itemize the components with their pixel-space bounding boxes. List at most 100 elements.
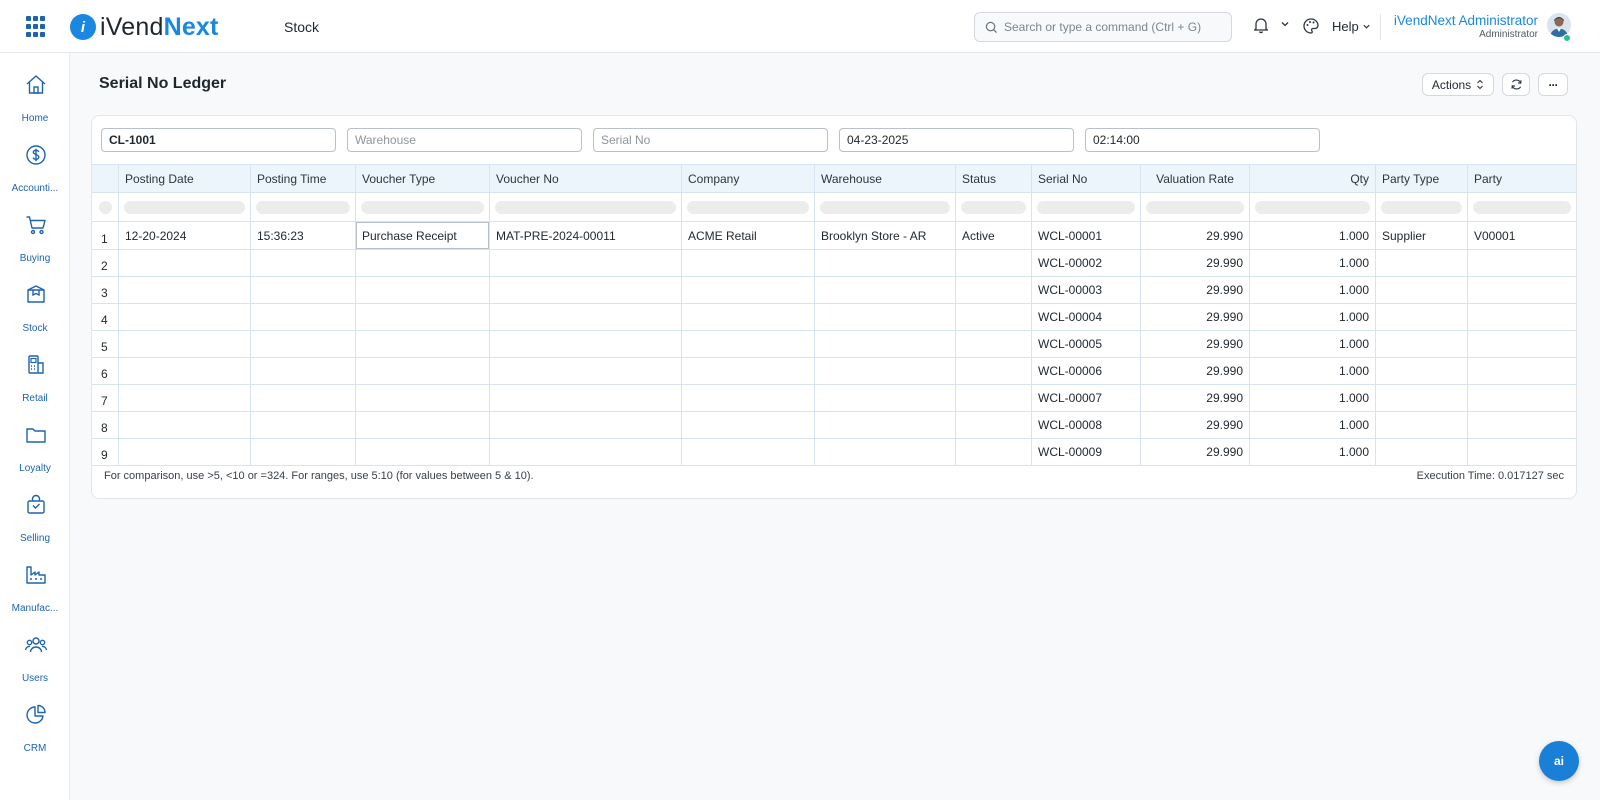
cell-warehouse[interactable]	[815, 304, 956, 330]
cell-warehouse[interactable]	[815, 439, 956, 465]
cell-party[interactable]	[1468, 304, 1576, 330]
cell-qty[interactable]: 1.000	[1250, 304, 1376, 330]
cell-serial-no[interactable]: WCL-00002	[1032, 250, 1141, 276]
column-header[interactable]: Serial No	[1032, 165, 1141, 192]
cell-posting-date[interactable]	[119, 331, 251, 357]
cell-voucher-no[interactable]	[490, 412, 682, 438]
cell-posting-time[interactable]	[251, 277, 356, 303]
column-header[interactable]: Posting Date	[119, 165, 251, 192]
cell-posting-date[interactable]	[119, 358, 251, 384]
cell-serial-no[interactable]: WCL-00004	[1032, 304, 1141, 330]
cell-qty[interactable]: 1.000	[1250, 358, 1376, 384]
cell-posting-date[interactable]: 12-20-2024	[119, 222, 251, 249]
cell-valuation-rate[interactable]: 29.990	[1141, 250, 1250, 276]
cell-posting-time[interactable]	[251, 385, 356, 411]
ai-assistant-button[interactable]: ai	[1539, 741, 1579, 781]
cell-company[interactable]	[682, 385, 815, 411]
cell-party[interactable]	[1468, 250, 1576, 276]
column-header[interactable]: Warehouse	[815, 165, 956, 192]
cell-serial-no[interactable]: WCL-00008	[1032, 412, 1141, 438]
cell-posting-date[interactable]	[119, 250, 251, 276]
cell-party-type[interactable]	[1376, 412, 1468, 438]
cell-voucher-no[interactable]	[490, 277, 682, 303]
cell-warehouse[interactable]	[815, 358, 956, 384]
cell-status[interactable]	[956, 250, 1032, 276]
column-header[interactable]: Party Type	[1376, 165, 1468, 192]
cell-party[interactable]	[1468, 358, 1576, 384]
filter-cell[interactable]	[815, 193, 956, 221]
date-filter[interactable]	[839, 128, 1074, 152]
cell-warehouse[interactable]	[815, 385, 956, 411]
sidebar-item-accounting[interactable]: Accounti...	[0, 143, 70, 203]
refresh-button[interactable]	[1502, 73, 1530, 96]
table-row[interactable]: 6 WCL-00006 29.990 1.000	[92, 358, 1576, 385]
cell-party[interactable]	[1468, 439, 1576, 465]
cell-company[interactable]	[682, 412, 815, 438]
filter-cell[interactable]	[490, 193, 682, 221]
filter-cell[interactable]	[1250, 193, 1376, 221]
cell-party[interactable]	[1468, 412, 1576, 438]
cell-qty[interactable]: 1.000	[1250, 222, 1376, 249]
cell-posting-date[interactable]	[119, 439, 251, 465]
cell-voucher-no[interactable]	[490, 250, 682, 276]
cell-company[interactable]	[682, 331, 815, 357]
cell-warehouse[interactable]: Brooklyn Store - AR	[815, 222, 956, 249]
app-logo[interactable]: i iVendNext	[70, 12, 219, 42]
cell-warehouse[interactable]	[815, 277, 956, 303]
table-row[interactable]: 3 WCL-00003 29.990 1.000	[92, 277, 1576, 304]
serial-no-filter[interactable]	[593, 128, 828, 152]
column-header[interactable]: Qty	[1250, 165, 1376, 192]
cell-voucher-no[interactable]	[490, 358, 682, 384]
search-input[interactable]	[1004, 20, 1224, 34]
search-bar[interactable]	[974, 12, 1232, 42]
column-header[interactable]: Valuation Rate	[1141, 165, 1250, 192]
cell-valuation-rate[interactable]: 29.990	[1141, 385, 1250, 411]
sidebar-item-selling[interactable]: Selling	[0, 493, 70, 553]
app-grid-icon[interactable]	[26, 16, 48, 38]
help-menu[interactable]: Help	[1332, 19, 1371, 34]
cell-status[interactable]	[956, 358, 1032, 384]
cell-qty[interactable]: 1.000	[1250, 412, 1376, 438]
cell-serial-no[interactable]: WCL-00001	[1032, 222, 1141, 249]
cell-company[interactable]	[682, 304, 815, 330]
cell-qty[interactable]: 1.000	[1250, 250, 1376, 276]
cell-posting-date[interactable]	[119, 277, 251, 303]
table-row[interactable]: 5 WCL-00005 29.990 1.000	[92, 331, 1576, 358]
cell-posting-date[interactable]	[119, 412, 251, 438]
cell-posting-date[interactable]	[119, 385, 251, 411]
cell-warehouse[interactable]	[815, 331, 956, 357]
cell-party-type[interactable]	[1376, 358, 1468, 384]
cell-voucher-type[interactable]	[356, 385, 490, 411]
time-filter[interactable]	[1085, 128, 1320, 152]
cell-serial-no[interactable]: WCL-00007	[1032, 385, 1141, 411]
cell-valuation-rate[interactable]: 29.990	[1141, 222, 1250, 249]
cell-voucher-type[interactable]	[356, 358, 490, 384]
cell-voucher-no[interactable]: MAT-PRE-2024-00011	[490, 222, 682, 249]
filter-cell[interactable]	[1468, 193, 1576, 221]
cell-qty[interactable]: 1.000	[1250, 439, 1376, 465]
cell-voucher-no[interactable]	[490, 331, 682, 357]
cell-voucher-type[interactable]	[356, 250, 490, 276]
cell-posting-time[interactable]	[251, 439, 356, 465]
sidebar-item-home[interactable]: Home	[0, 73, 70, 133]
cell-status[interactable]: Active	[956, 222, 1032, 249]
cell-warehouse[interactable]	[815, 412, 956, 438]
sidebar-item-loyalty[interactable]: Loyalty	[0, 423, 70, 483]
filter-cell[interactable]	[682, 193, 815, 221]
cell-valuation-rate[interactable]: 29.990	[1141, 412, 1250, 438]
sidebar-item-retail[interactable]: Retail	[0, 353, 70, 413]
cell-company[interactable]	[682, 358, 815, 384]
cell-serial-no[interactable]: WCL-00009	[1032, 439, 1141, 465]
cell-party-type[interactable]	[1376, 439, 1468, 465]
cell-voucher-type[interactable]	[356, 277, 490, 303]
item-filter[interactable]	[101, 128, 336, 152]
filter-cell[interactable]	[1032, 193, 1141, 221]
cell-voucher-type[interactable]	[356, 331, 490, 357]
filter-cell[interactable]	[119, 193, 251, 221]
column-header[interactable]: Party	[1468, 165, 1576, 192]
cell-posting-time[interactable]	[251, 358, 356, 384]
chevron-down-icon[interactable]	[1280, 19, 1290, 29]
cell-party-type[interactable]	[1376, 331, 1468, 357]
cell-voucher-type[interactable]	[356, 304, 490, 330]
cell-voucher-type[interactable]	[356, 412, 490, 438]
